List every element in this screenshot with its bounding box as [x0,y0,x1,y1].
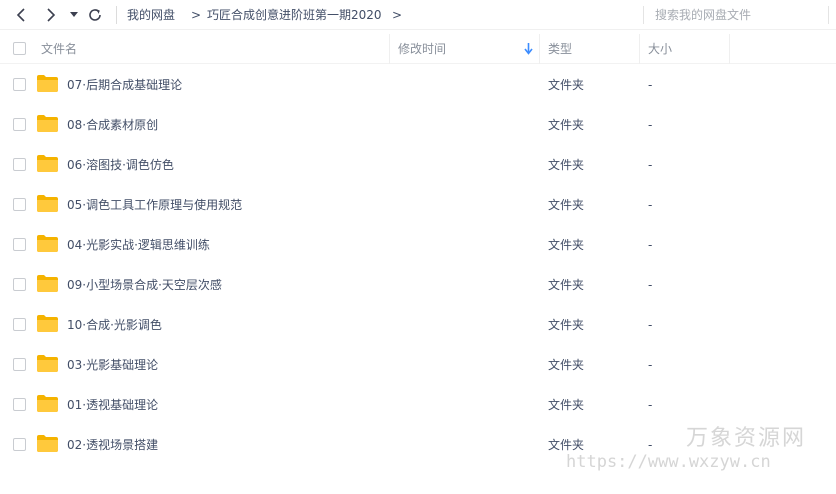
file-size: - [648,398,653,412]
table-row[interactable]: 08·合成素材原创 文件夹 - [0,105,836,145]
search-divider [643,6,644,24]
row-checkbox[interactable] [13,278,26,291]
watermark-url: https://www.wxzyw.cn [566,452,771,472]
folder-icon [37,195,58,212]
file-type: 文件夹 [548,198,585,212]
refresh-button[interactable] [85,5,105,25]
file-type: 文件夹 [548,318,585,332]
row-checkbox[interactable] [13,118,26,131]
file-type: 文件夹 [548,358,585,372]
file-type: 文件夹 [548,398,585,412]
folder-icon [37,155,58,172]
folder-icon [37,355,58,372]
row-checkbox[interactable] [13,358,26,371]
breadcrumb-separator: > [191,8,202,22]
file-name[interactable]: 02·透视场景搭建 [67,425,158,465]
table-row[interactable]: 04·光影实战·逻辑思维训练 文件夹 - [0,225,836,265]
row-checkbox[interactable] [13,438,26,451]
file-type: 文件夹 [548,278,585,292]
column-divider[interactable] [539,34,540,64]
row-checkbox[interactable] [13,398,26,411]
refresh-icon [89,9,101,21]
chevron-right-icon [47,8,56,22]
file-size: - [648,78,653,92]
table-row[interactable]: 03·光影基础理论 文件夹 - [0,345,836,385]
table-row[interactable]: 06·溶图技·调色仿色 文件夹 - [0,145,836,185]
column-header-size[interactable]: 大小 [648,34,672,64]
file-type: 文件夹 [548,118,585,132]
file-size: - [648,278,653,292]
file-size: - [648,358,653,372]
folder-icon [37,75,58,92]
file-size: - [648,318,653,332]
table-header: 文件名 修改时间 类型 大小 [0,34,836,64]
row-checkbox[interactable] [13,238,26,251]
column-divider[interactable] [389,34,390,64]
folder-icon [37,115,58,132]
folder-icon [37,275,58,292]
column-divider[interactable] [639,34,640,64]
toolbar-divider [116,6,117,24]
file-type: 文件夹 [548,238,585,252]
row-checkbox[interactable] [13,158,26,171]
file-size: - [648,198,653,212]
file-name[interactable]: 07·后期合成基础理论 [67,65,182,105]
file-name[interactable]: 10·合成·光影调色 [67,305,162,345]
file-name[interactable]: 01·透视基础理论 [67,385,158,425]
file-size: - [648,118,653,132]
breadcrumb-trailing-separator[interactable]: > [392,7,402,23]
select-all-checkbox[interactable] [13,42,26,55]
folder-icon [37,435,58,452]
file-name[interactable]: 04·光影实战·逻辑思维训练 [67,225,210,265]
back-button[interactable] [11,5,31,25]
table-row[interactable]: 10·合成·光影调色 文件夹 - [0,305,836,345]
folder-icon [37,395,58,412]
column-divider[interactable] [729,34,730,64]
file-type: 文件夹 [548,78,585,92]
file-size: - [648,158,653,172]
column-header-type[interactable]: 类型 [548,34,572,64]
folder-icon [37,315,58,332]
search-divider-right [828,6,829,24]
row-checkbox[interactable] [13,78,26,91]
history-dropdown-button[interactable] [65,5,83,25]
table-row[interactable]: 01·透视基础理论 文件夹 - [0,385,836,425]
forward-button[interactable] [41,5,61,25]
file-type: 文件夹 [548,158,585,172]
file-name[interactable]: 08·合成素材原创 [67,105,158,145]
file-size: - [648,238,653,252]
column-header-modified[interactable]: 修改时间 [398,34,446,64]
chevron-left-icon [16,8,25,22]
file-name[interactable]: 09·小型场景合成·天空层次感 [67,265,222,305]
file-name[interactable]: 03·光影基础理论 [67,345,158,385]
breadcrumb-current[interactable]: 巧匠合成创意进阶班第一期2020 [207,7,382,23]
breadcrumb-root[interactable]: 我的网盘 [127,7,175,23]
caret-down-icon [70,12,78,17]
file-name[interactable]: 05·调色工具工作原理与使用规范 [67,185,242,225]
row-checkbox[interactable] [13,198,26,211]
toolbar: 我的网盘 > 巧匠合成创意进阶班第一期2020 > [0,0,836,30]
sort-down-arrow-icon[interactable] [524,43,533,55]
watermark-title: 万象资源网 [686,426,807,451]
table-row[interactable]: 07·后期合成基础理论 文件夹 - [0,65,836,105]
column-header-name[interactable]: 文件名 [41,34,77,64]
search-input[interactable] [655,6,825,24]
table-row[interactable]: 09·小型场景合成·天空层次感 文件夹 - [0,265,836,305]
table-row[interactable]: 05·调色工具工作原理与使用规范 文件夹 - [0,185,836,225]
row-checkbox[interactable] [13,318,26,331]
folder-icon [37,235,58,252]
file-name[interactable]: 06·溶图技·调色仿色 [67,145,174,185]
